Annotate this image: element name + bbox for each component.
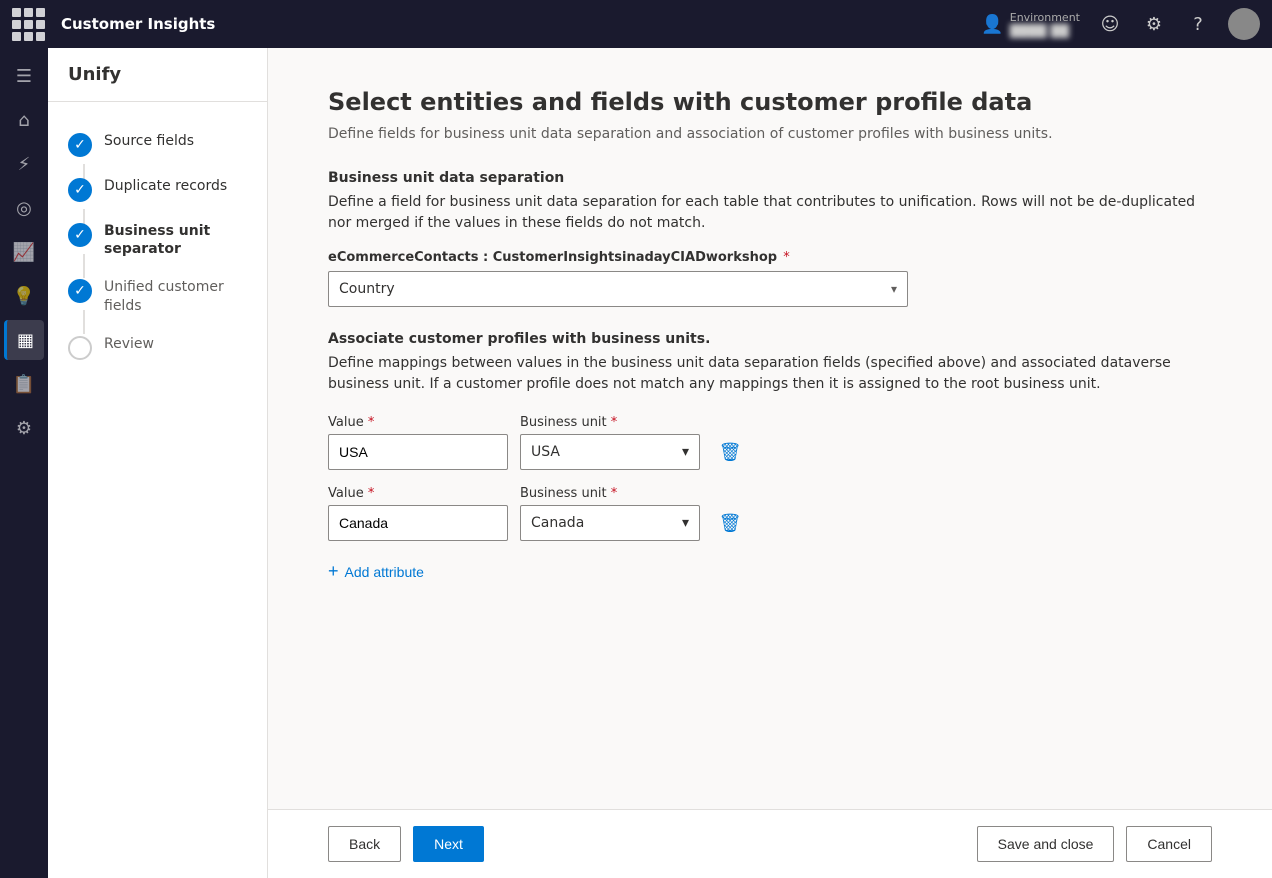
step-circle-review <box>68 336 92 360</box>
chart-icon[interactable]: 📈 <box>4 232 44 272</box>
value-label-2: Value * <box>328 486 508 501</box>
country-dropdown[interactable]: Country ▾ <box>328 271 908 307</box>
step-duplicate-records[interactable]: ✓ Duplicate records <box>48 167 267 212</box>
cancel-button[interactable]: Cancel <box>1126 826 1212 862</box>
content-scroll: Select entities and fields with customer… <box>268 48 1272 809</box>
add-attribute-label: Add attribute <box>345 564 424 580</box>
help-icon[interactable]: ? <box>1184 10 1212 38</box>
next-button[interactable]: Next <box>413 826 484 862</box>
step-unified-customer[interactable]: ✓ Unified customer fields <box>48 268 267 324</box>
unit-label-1: Business unit * <box>520 415 700 430</box>
checkmark-icon: ✓ <box>74 137 86 153</box>
checkmark-icon-4: ✓ <box>74 283 86 299</box>
delete-row-2-button[interactable]: 🗑 <box>712 505 748 541</box>
settings-nav-icon[interactable]: ⚙ <box>4 408 44 448</box>
separation-desc: Define a field for business unit data se… <box>328 192 1212 234</box>
req-marker-unit-1: * <box>611 415 618 430</box>
value-field-1: Value * <box>328 415 508 470</box>
environment-icon: 👤 <box>981 14 1003 35</box>
step-circle-source: ✓ <box>68 133 92 157</box>
top-navigation: Customer Insights 👤 Environment ████ ██ … <box>0 0 1272 48</box>
menu-icon[interactable]: ☰ <box>4 56 44 96</box>
step-circle-unified: ✓ <box>68 279 92 303</box>
step-source-fields[interactable]: ✓ Source fields <box>48 122 267 167</box>
delete-row-1-button[interactable]: 🗑 <box>712 434 748 470</box>
entity-field-label: eCommerceContacts : CustomerInsightsinad… <box>328 250 1212 265</box>
unit-dropdown-1[interactable]: USA ▾ <box>520 434 700 470</box>
app-title: Customer Insights <box>61 15 969 33</box>
save-close-button[interactable]: Save and close <box>977 826 1115 862</box>
steps-list: ✓ Source fields ✓ Duplicate records ✓ Bu… <box>48 102 267 390</box>
step-business-unit[interactable]: ✓ Business unit separator <box>48 212 267 268</box>
step-label-duplicate: Duplicate records <box>104 177 227 195</box>
report-icon[interactable]: 📋 <box>4 364 44 404</box>
step-circle-business: ✓ <box>68 223 92 247</box>
unit-dropdown-2[interactable]: Canada ▾ <box>520 505 700 541</box>
association-title: Associate customer profiles with busines… <box>328 331 1212 347</box>
smiley-icon[interactable]: ☺ <box>1096 10 1124 38</box>
apps-icon[interactable] <box>12 8 45 41</box>
value-input-1[interactable] <box>328 434 508 470</box>
avatar[interactable] <box>1228 8 1260 40</box>
content-area: Select entities and fields with customer… <box>268 48 1272 878</box>
home-icon[interactable]: ⌂ <box>4 100 44 140</box>
step-label-business: Business unit separator <box>104 222 247 258</box>
value-field-2: Value * <box>328 486 508 541</box>
req-marker-1: * <box>368 415 375 430</box>
data-icon[interactable]: ▦ <box>4 320 44 360</box>
mapping-row-1: Value * Business unit * USA ▾ 🗑 <box>328 415 1212 470</box>
bulb-icon[interactable]: 💡 <box>4 276 44 316</box>
analytics-icon[interactable]: ⚡ <box>4 144 44 184</box>
page-title: Select entities and fields with customer… <box>328 88 1212 116</box>
back-button[interactable]: Back <box>328 826 401 862</box>
checkmark-icon-2: ✓ <box>74 182 86 198</box>
step-label-review: Review <box>104 335 154 353</box>
unit-value-1: USA <box>531 444 560 460</box>
topnav-right: 👤 Environment ████ ██ ☺ ⚙ ? <box>981 8 1260 40</box>
entity-label-text: eCommerceContacts : CustomerInsightsinad… <box>328 250 777 265</box>
segments-icon[interactable]: ◎ <box>4 188 44 228</box>
unit-value-2: Canada <box>531 515 584 531</box>
unit-label-2: Business unit * <box>520 486 700 501</box>
unit-field-2: Business unit * Canada ▾ <box>520 486 700 541</box>
add-attribute-button[interactable]: + Add attribute <box>328 557 424 586</box>
sidebar-header: Unify <box>48 48 267 102</box>
icon-sidebar: ☰ ⌂ ⚡ ◎ 📈 💡 ▦ 📋 ⚙ <box>0 48 48 878</box>
value-input-2[interactable] <box>328 505 508 541</box>
footer-right: Save and close Cancel <box>977 826 1212 862</box>
checkmark-icon-3: ✓ <box>74 227 86 243</box>
step-circle-duplicate: ✓ <box>68 178 92 202</box>
env-label: Environment <box>1010 11 1080 24</box>
environment-selector[interactable]: 👤 Environment ████ ██ <box>981 11 1080 38</box>
unit-chevron-1: ▾ <box>682 444 689 460</box>
settings-icon[interactable]: ⚙ <box>1140 10 1168 38</box>
step-label-unified: Unified customer fields <box>104 278 247 314</box>
plus-icon: + <box>328 561 339 582</box>
page-subtitle: Define fields for business unit data sep… <box>328 126 1212 142</box>
country-value: Country <box>339 281 395 297</box>
env-value: ████ ██ <box>1010 24 1080 38</box>
req-marker-unit-2: * <box>611 486 618 501</box>
nav-sidebar: Unify ✓ Source fields ✓ Duplicate record… <box>48 48 268 878</box>
association-desc: Define mappings between values in the bu… <box>328 353 1212 395</box>
unit-field-1: Business unit * USA ▾ <box>520 415 700 470</box>
value-label-1: Value * <box>328 415 508 430</box>
mapping-row-2: Value * Business unit * Canada ▾ 🗑 <box>328 486 1212 541</box>
req-marker-2: * <box>368 486 375 501</box>
unit-chevron-2: ▾ <box>682 515 689 531</box>
step-review[interactable]: Review <box>48 325 267 370</box>
required-marker: * <box>783 250 790 265</box>
separation-title: Business unit data separation <box>328 170 1212 186</box>
step-label-source: Source fields <box>104 132 194 150</box>
dropdown-chevron-icon: ▾ <box>891 282 897 296</box>
footer: Back Next Save and close Cancel <box>268 809 1272 878</box>
